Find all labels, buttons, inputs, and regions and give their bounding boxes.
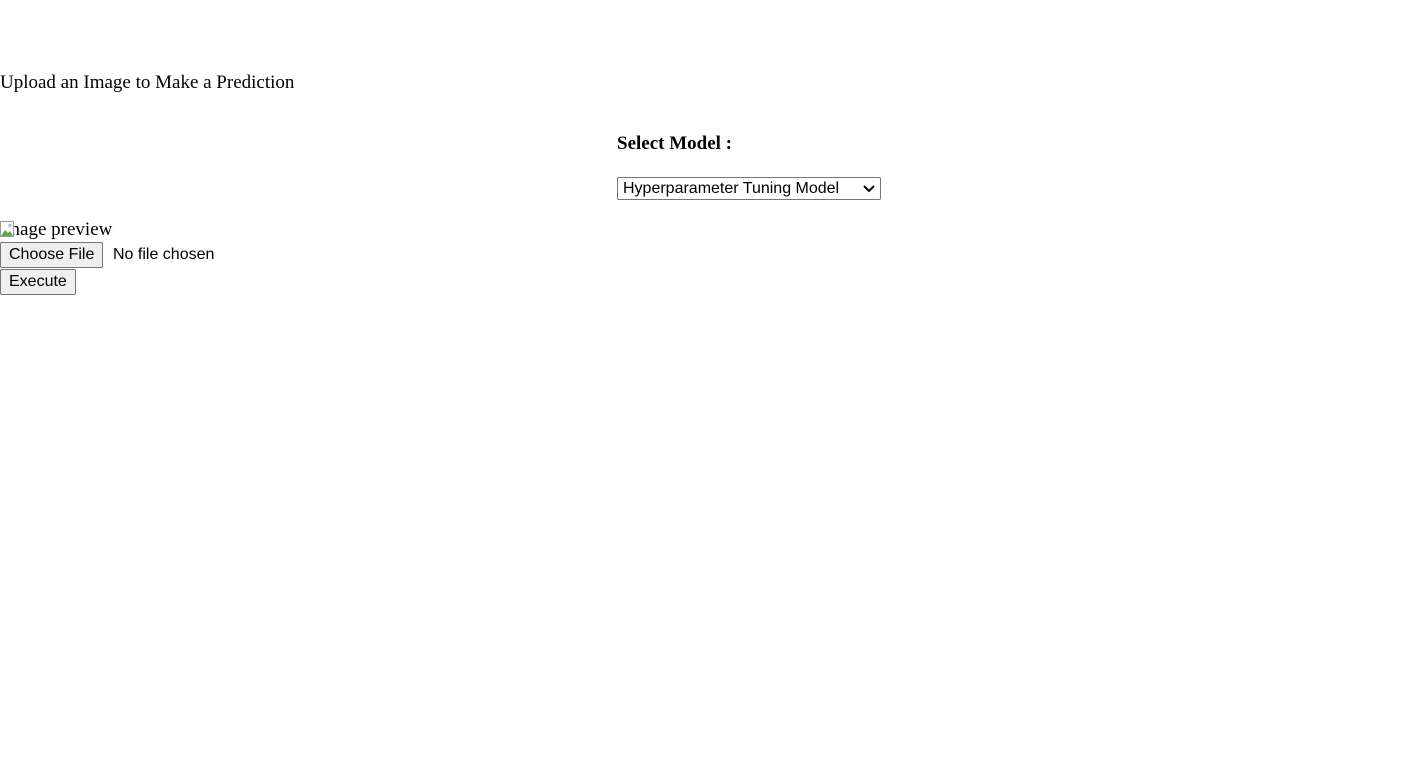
model-select-label: Select Model :: [617, 133, 733, 154]
file-status-text: No file chosen: [113, 246, 215, 263]
chevron-down-icon: [863, 185, 875, 193]
prediction-page: Upload an Image to Make a Prediction Sel…: [0, 0, 1416, 774]
execute-button[interactable]: Execute: [0, 269, 76, 295]
image-preview: image preview: [0, 219, 112, 241]
model-select-value: Hyperparameter Tuning Model: [623, 180, 840, 197]
model-select[interactable]: Hyperparameter Tuning Model: [617, 177, 881, 200]
choose-file-button[interactable]: Choose File: [0, 242, 104, 268]
broken-image-icon: [0, 221, 14, 237]
page-heading: Upload an Image to Make a Prediction: [0, 72, 295, 93]
image-preview-alt-text: image preview: [0, 219, 113, 240]
